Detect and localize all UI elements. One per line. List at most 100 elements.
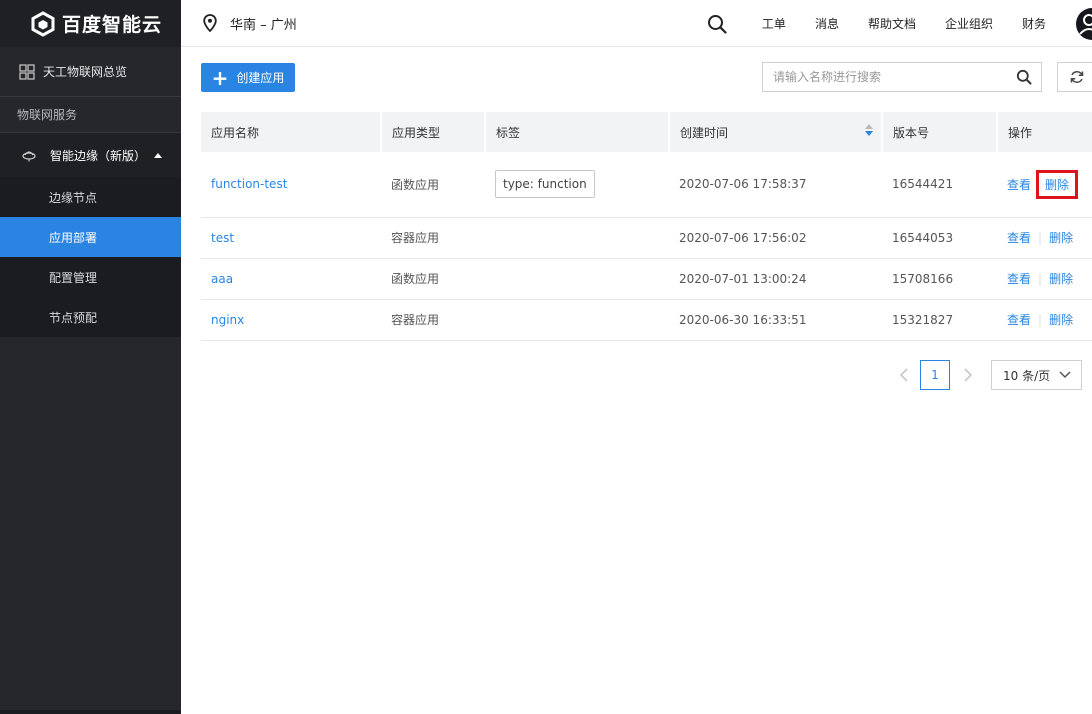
search-input[interactable] [773, 70, 1016, 84]
app-created: 2020-06-30 16:33:51 [669, 299, 882, 341]
app-version: 15321827 [882, 299, 997, 341]
sidebar-item-label: 天工物联网总览 [43, 65, 128, 79]
refresh-icon [1070, 71, 1084, 83]
baidu-cloud-logo-icon [31, 10, 55, 37]
view-link[interactable]: 查看 [1007, 272, 1031, 286]
app-type: 容器应用 [381, 299, 485, 341]
plus-icon: + [211, 65, 229, 90]
app-name-link[interactable]: aaa [201, 258, 381, 300]
sort-icon[interactable] [865, 123, 873, 136]
table-row: aaa 函数应用 2020-07-01 13:00:24 15708166 查看… [201, 258, 1092, 300]
sidebar-submenu: 边缘节点 应用部署 配置管理 节点预配 [0, 177, 181, 337]
app-version: 16544053 [882, 217, 997, 259]
sidebar-item-app-deploy[interactable]: 应用部署 [0, 217, 181, 257]
app-type: 函数应用 [381, 258, 485, 300]
nav-link-help-docs[interactable]: 帮助文档 [868, 15, 916, 32]
chevron-down-icon [1059, 371, 1071, 379]
app-version: 16544421 [882, 152, 997, 218]
avatar[interactable] [1076, 7, 1092, 40]
search-icon[interactable] [1016, 69, 1032, 85]
view-link[interactable]: 查看 [1007, 178, 1031, 192]
app-name-link[interactable]: test [201, 217, 381, 259]
refresh-button[interactable] [1057, 62, 1092, 92]
sidebar-item-label: 应用部署 [49, 230, 98, 245]
sidebar-item-label: 配置管理 [49, 270, 98, 285]
chevron-right-icon[interactable] [962, 367, 974, 383]
view-link[interactable]: 查看 [1007, 313, 1031, 327]
grid-icon [19, 63, 35, 80]
chevron-up-icon [154, 152, 163, 158]
user-icon [1079, 13, 1092, 35]
column-header-tag: 标签 [485, 112, 670, 152]
app-tag-cell [485, 258, 669, 300]
page-size-select[interactable]: 10 条/页 [991, 360, 1082, 390]
top-bar: 华南 – 广州 工单 消息 帮助文档 企业组织 财务 [181, 0, 1092, 47]
sidebar: 百度智能云 天工物联网总览 物联网服务 智能边缘（新版） 边缘节点 应用部署 配… [0, 0, 181, 714]
sidebar-item-label: 节点预配 [49, 310, 98, 325]
app-tag-cell [485, 217, 669, 259]
nav-link-tickets[interactable]: 工单 [762, 15, 786, 32]
sidebar-section-title: 物联网服务 [0, 97, 181, 133]
location-pin-icon [203, 14, 217, 32]
sidebar-group-label: 智能边缘（新版） [50, 148, 147, 163]
delete-link[interactable]: 删除 [1049, 272, 1073, 286]
create-app-label: 创建应用 [236, 71, 285, 85]
edge-icon [22, 151, 36, 162]
brand-name: 百度智能云 [62, 14, 163, 36]
chevron-left-icon[interactable] [898, 367, 910, 383]
search-box [762, 62, 1042, 92]
sidebar-item-label: 边缘节点 [49, 190, 98, 205]
app-table: 应用名称 应用类型 标签 创建时间 版本号 操作 function-test 函… [201, 112, 1092, 341]
app-created: 2020-07-01 13:00:24 [669, 258, 882, 300]
column-header-created[interactable]: 创建时间 [669, 112, 883, 152]
sidebar-item-config-management[interactable]: 配置管理 [0, 257, 181, 297]
brand-logo[interactable]: 百度智能云 [0, 0, 181, 47]
column-header-type: 应用类型 [381, 112, 486, 152]
app-version: 15708166 [882, 258, 997, 300]
app-actions: 查看 | 删除 [997, 258, 1092, 300]
table-header-row: 应用名称 应用类型 标签 创建时间 版本号 操作 [201, 112, 1092, 152]
column-header-name: 应用名称 [201, 112, 382, 152]
region-selector[interactable]: 华南 – 广州 [203, 14, 297, 33]
action-divider: | [1038, 313, 1043, 327]
column-header-created-label: 创建时间 [680, 125, 729, 140]
delete-link[interactable]: 删除 [1036, 169, 1079, 199]
app-created: 2020-07-06 17:56:02 [669, 217, 882, 259]
action-divider: | [1038, 231, 1043, 245]
column-header-actions: 操作 [997, 112, 1092, 152]
delete-link[interactable]: 删除 [1049, 313, 1073, 327]
app-tag-cell [485, 299, 669, 341]
app-actions: 查看 | 删除 [997, 299, 1092, 341]
page-number-current[interactable]: 1 [920, 360, 950, 390]
app-tag: type: function [495, 170, 595, 199]
app-tag-cell: type: function [485, 152, 669, 218]
action-divider: | [1038, 272, 1043, 286]
sidebar-group-intelligent-edge[interactable]: 智能边缘（新版） [0, 133, 181, 177]
sidebar-divider [0, 710, 181, 714]
app-type: 函数应用 [381, 152, 485, 218]
main-content: + 创建应用 应用名称 应用类型 标签 创建时间 [181, 48, 1092, 714]
view-link[interactable]: 查看 [1007, 231, 1031, 245]
table-row: nginx 容器应用 2020-06-30 16:33:51 15321827 … [201, 299, 1092, 341]
region-label: 华南 – 广州 [230, 17, 297, 33]
nav-link-finance[interactable]: 财务 [1022, 15, 1046, 32]
app-type: 容器应用 [381, 217, 485, 259]
app-actions: 查看 | 删除 [997, 217, 1092, 259]
nav-link-organization[interactable]: 企业组织 [945, 15, 993, 32]
app-created: 2020-07-06 17:58:37 [669, 152, 882, 218]
delete-link[interactable]: 删除 [1049, 231, 1073, 245]
search-icon[interactable] [707, 14, 727, 34]
table-row: test 容器应用 2020-07-06 17:56:02 16544053 查… [201, 217, 1092, 259]
sidebar-item-edge-nodes[interactable]: 边缘节点 [0, 177, 181, 217]
top-right-nav: 工单 消息 帮助文档 企业组织 财务 [707, 0, 1092, 47]
app-name-link[interactable]: nginx [201, 299, 381, 341]
app-name-link[interactable]: function-test [201, 152, 381, 218]
create-app-button[interactable]: + 创建应用 [201, 63, 295, 92]
sidebar-item-overview[interactable]: 天工物联网总览 [0, 47, 181, 97]
sidebar-item-node-provision[interactable]: 节点预配 [0, 297, 181, 337]
nav-link-messages[interactable]: 消息 [815, 15, 839, 32]
table-row: function-test 函数应用 type: function 2020-0… [201, 152, 1092, 218]
pagination: 1 10 条/页 [898, 360, 1082, 390]
app-actions: 查看 删除 [997, 152, 1092, 218]
page-size-label: 10 条/页 [1003, 368, 1051, 383]
